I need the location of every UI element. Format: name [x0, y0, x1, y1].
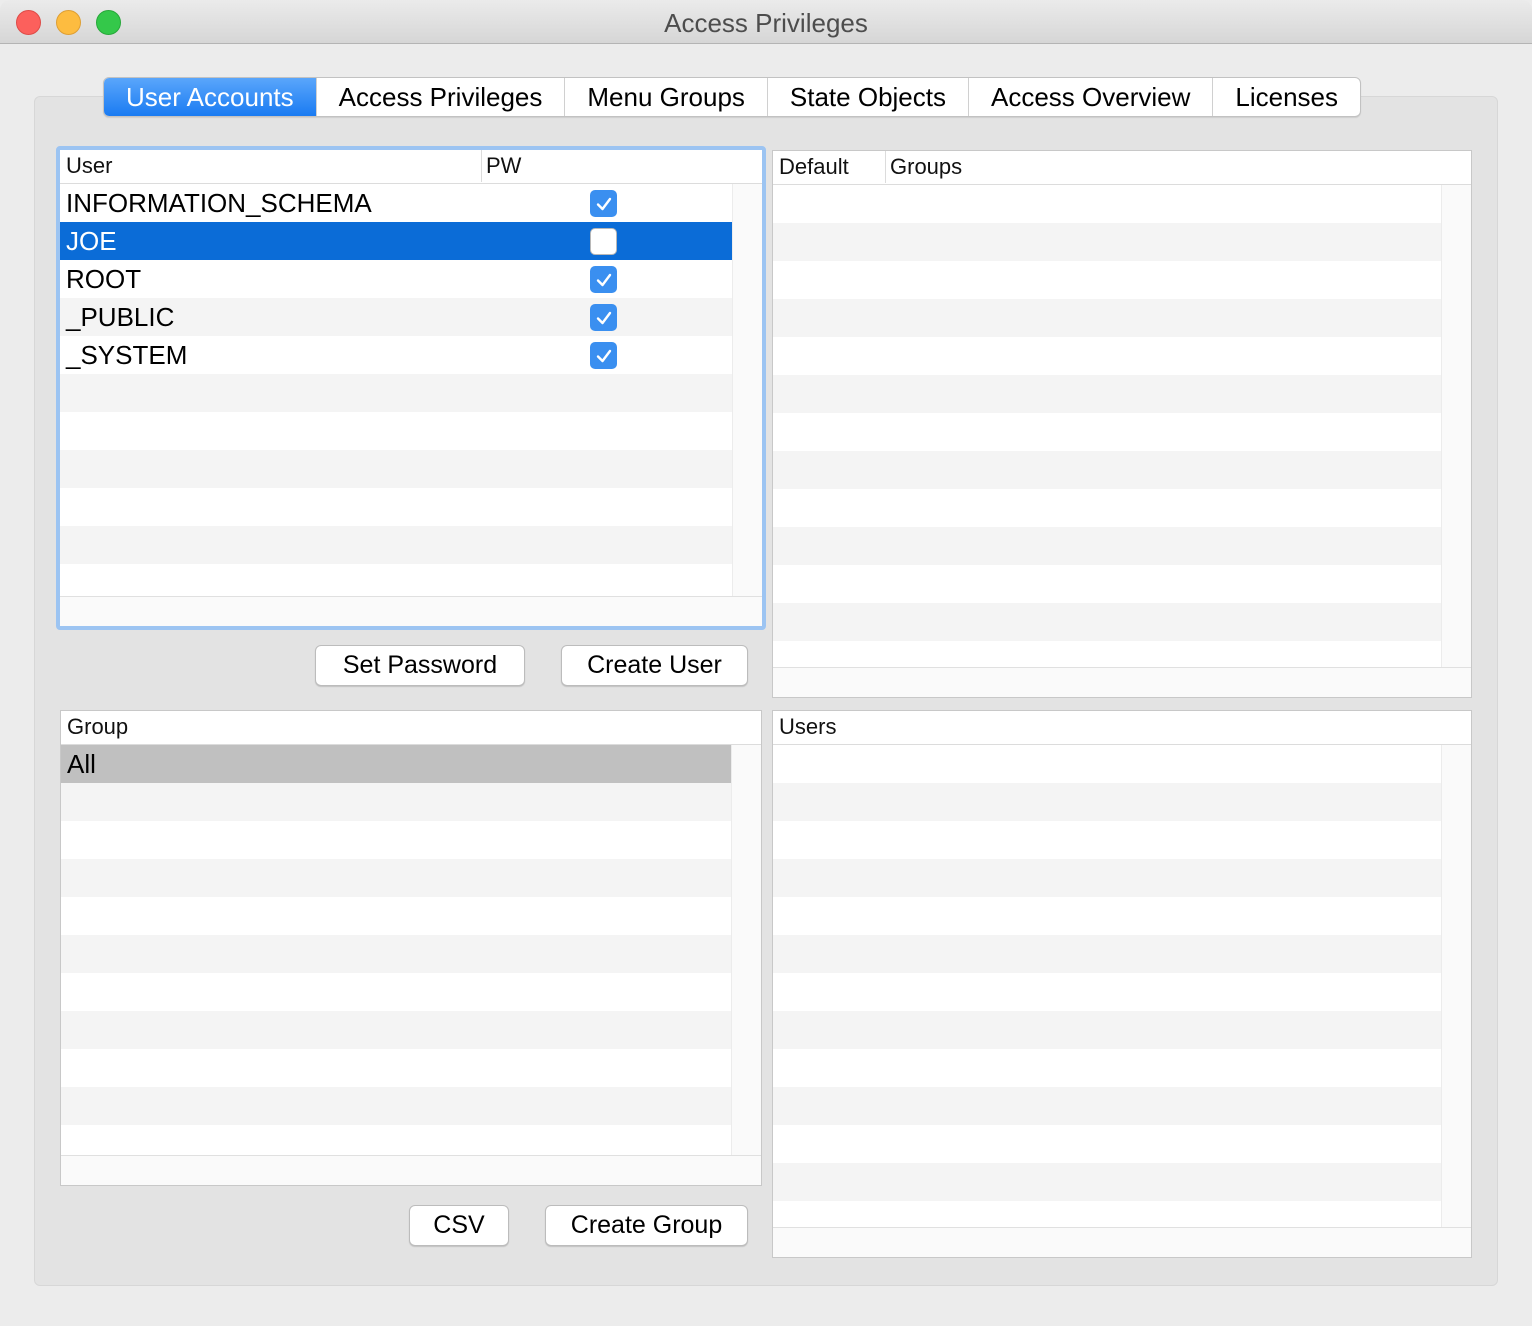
group-users-table-header: Users [773, 711, 1471, 745]
empty-row [61, 897, 731, 935]
group-users-table-rows [773, 745, 1441, 1239]
table-row[interactable]: _PUBLIC [60, 298, 732, 336]
column-header-group[interactable]: Group [63, 711, 128, 743]
users-table-header: User PW [60, 150, 762, 184]
column-header-groups[interactable]: Groups [885, 151, 962, 183]
users-table[interactable]: User PW INFORMATION_SCHEMA JOE ROOT _PUB… [56, 146, 766, 630]
user-name-cell: ROOT [66, 264, 142, 294]
table-row[interactable]: _SYSTEM [60, 336, 732, 374]
window-title: Access Privileges [664, 8, 868, 38]
create-user-button[interactable]: Create User [561, 645, 748, 686]
horizontal-scrollbar[interactable] [61, 1155, 761, 1185]
vertical-scrollbar[interactable] [732, 184, 762, 596]
empty-row [773, 1087, 1441, 1125]
empty-row [773, 375, 1441, 413]
user-groups-table-rows [773, 185, 1441, 679]
checkmark-icon [596, 349, 611, 362]
user-name-cell: _PUBLIC [66, 302, 175, 332]
empty-row [773, 565, 1441, 603]
empty-row [773, 299, 1441, 337]
group-name-cell: All [67, 749, 96, 779]
window-titlebar: Access Privileges [0, 0, 1532, 44]
empty-row [60, 488, 732, 526]
empty-row [773, 783, 1441, 821]
tab-state-objects[interactable]: State Objects [766, 78, 968, 116]
set-password-button[interactable]: Set Password [315, 645, 525, 686]
empty-row [60, 374, 732, 412]
empty-row [61, 1011, 731, 1049]
empty-row [773, 185, 1441, 223]
empty-row [60, 412, 732, 450]
empty-row [61, 821, 731, 859]
empty-row [61, 1049, 731, 1087]
tab-menu-groups[interactable]: Menu Groups [564, 78, 767, 116]
vertical-scrollbar[interactable] [731, 745, 761, 1155]
tab-user-accounts[interactable]: User Accounts [104, 78, 316, 116]
empty-row [773, 897, 1441, 935]
table-row[interactable]: All [61, 745, 731, 783]
empty-row [773, 745, 1441, 783]
empty-row [773, 223, 1441, 261]
empty-row [773, 413, 1441, 451]
create-group-button[interactable]: Create Group [545, 1205, 748, 1246]
empty-row [61, 1087, 731, 1125]
groups-table-rows: All [61, 745, 731, 1163]
user-groups-table-header: Default Groups [773, 151, 1471, 185]
horizontal-scrollbar[interactable] [60, 596, 762, 626]
column-header-users[interactable]: Users [775, 711, 836, 743]
empty-row [773, 935, 1441, 973]
empty-row [61, 935, 731, 973]
horizontal-scrollbar[interactable] [773, 1227, 1471, 1257]
pw-checkbox[interactable] [590, 266, 617, 293]
empty-row [773, 489, 1441, 527]
table-row[interactable]: JOE [60, 222, 732, 260]
empty-row [773, 1049, 1441, 1087]
checkmark-icon [596, 197, 611, 210]
empty-row [60, 450, 732, 488]
empty-row [773, 603, 1441, 641]
horizontal-scrollbar[interactable] [773, 667, 1471, 697]
empty-row [773, 1163, 1441, 1201]
column-header-user[interactable]: User [62, 150, 112, 182]
empty-row [61, 973, 731, 1011]
column-header-default[interactable]: Default [775, 151, 849, 183]
table-row[interactable]: INFORMATION_SCHEMA [60, 184, 732, 222]
users-table-rows: INFORMATION_SCHEMA JOE ROOT _PUBLIC _SYS… [60, 184, 732, 602]
tab-bar: User Accounts Access Privileges Menu Gro… [103, 77, 1361, 117]
empty-row [773, 451, 1441, 489]
pw-checkbox[interactable] [590, 190, 617, 217]
column-header-pw[interactable]: PW [481, 150, 521, 182]
user-name-cell: _SYSTEM [66, 340, 188, 370]
empty-row [773, 859, 1441, 897]
checkmark-icon [596, 311, 611, 324]
empty-row [773, 261, 1441, 299]
pw-checkbox[interactable] [590, 228, 617, 255]
pw-checkbox[interactable] [590, 342, 617, 369]
tab-licenses[interactable]: Licenses [1212, 78, 1360, 116]
vertical-scrollbar[interactable] [1441, 185, 1471, 667]
groups-table-header: Group [61, 711, 761, 745]
groups-table[interactable]: Group All [60, 710, 762, 1186]
user-name-cell: INFORMATION_SCHEMA [66, 188, 372, 218]
empty-row [61, 859, 731, 897]
empty-row [773, 1011, 1441, 1049]
user-name-cell: JOE [66, 226, 117, 256]
empty-row [61, 783, 731, 821]
tab-access-privileges[interactable]: Access Privileges [315, 78, 565, 116]
group-users-table[interactable]: Users [772, 710, 1472, 1258]
empty-row [773, 337, 1441, 375]
vertical-scrollbar[interactable] [1441, 745, 1471, 1227]
checkmark-icon [596, 273, 611, 286]
pw-checkbox[interactable] [590, 304, 617, 331]
user-groups-table[interactable]: Default Groups [772, 150, 1472, 698]
csv-button[interactable]: CSV [409, 1205, 509, 1246]
empty-row [773, 973, 1441, 1011]
tab-access-overview[interactable]: Access Overview [967, 78, 1212, 116]
empty-row [773, 1125, 1441, 1163]
empty-row [60, 526, 732, 564]
empty-row [773, 527, 1441, 565]
table-row[interactable]: ROOT [60, 260, 732, 298]
empty-row [773, 821, 1441, 859]
